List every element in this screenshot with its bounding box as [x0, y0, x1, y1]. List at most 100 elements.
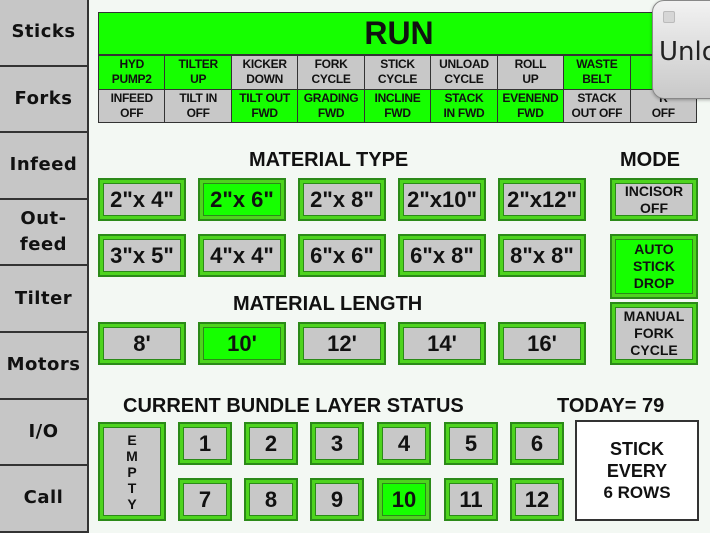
button-label: 4"x 4": [210, 242, 274, 268]
button-label: 4: [397, 430, 411, 456]
cell-line: CYCLE: [377, 72, 418, 87]
bundle-layer-button[interactable]: 12: [510, 478, 564, 521]
sidebar-item-label: Infeed: [10, 152, 78, 178]
material-type-button[interactable]: 4"x 4": [198, 234, 286, 277]
cell-line: UP: [522, 72, 539, 87]
io-status-cell: FORK CYCLE: [298, 56, 364, 89]
button-label: 12': [327, 330, 357, 356]
material-type-button[interactable]: 6"x 6": [298, 234, 386, 277]
bundle-layer-button[interactable]: 5: [444, 422, 498, 465]
button-label: 11: [459, 486, 483, 512]
material-type-button[interactable]: 3"x 5": [98, 234, 186, 277]
cell-line: TILT OUT: [239, 90, 290, 105]
mode-button[interactable]: AUTO STICK DROP: [610, 234, 698, 299]
button-label: 2"x12": [507, 186, 577, 212]
material-type-button[interactable]: 6"x 8": [398, 234, 486, 277]
cell-line: OFF: [651, 105, 675, 120]
material-type-button[interactable]: 2"x 8": [298, 178, 386, 221]
stick-line: 6 ROWS: [603, 482, 671, 502]
button-label: OFF: [640, 199, 668, 216]
material-length-button[interactable]: 14': [398, 322, 486, 365]
cell-line: ROLL: [514, 57, 547, 72]
io-status-cell: KICKER DOWN: [231, 56, 298, 89]
mode-button[interactable]: MANUAL FORK CYCLE: [610, 302, 698, 365]
material-type-button[interactable]: 2"x12": [498, 178, 586, 221]
cell-line: EVENEND: [502, 90, 559, 105]
bundle-layer-button[interactable]: 2: [244, 422, 298, 465]
button-label: T: [127, 479, 137, 496]
cell-line: WASTE: [576, 57, 618, 72]
io-status-cell: STICK CYCLE: [364, 56, 431, 89]
bundle-layer-button[interactable]: 1: [178, 422, 232, 465]
io-status-grid: HYD PUMP2 TILTER UP KICKER DOWN FORK CYCLE STICK…: [98, 55, 697, 123]
material-length-button[interactable]: 8': [98, 322, 186, 365]
label-line: Infeed: [9, 154, 78, 176]
cell-line: FWD: [251, 105, 278, 120]
sidebar-item-label: Motors: [7, 352, 81, 378]
cell-line: IN FWD: [443, 105, 485, 120]
bundle-layer-button[interactable]: 7: [178, 478, 232, 521]
io-status-cell: INFEED OFF: [99, 89, 165, 122]
io-status-cell: GRADING FWD: [298, 89, 364, 122]
unlock-label: Unlo: [659, 37, 710, 67]
bundle-layer-button[interactable]: 4: [377, 422, 431, 465]
sidebar-item-sticks[interactable]: Sticks: [0, 0, 87, 67]
cell-line: BELT: [582, 72, 612, 87]
material-type-button[interactable]: 2"x 4": [98, 178, 186, 221]
material-length-button[interactable]: 16': [498, 322, 586, 365]
button-label: AUTO: [634, 241, 674, 257]
button-label: 8': [133, 330, 151, 356]
bundle-layer-button[interactable]: 3: [310, 422, 364, 465]
button-label: MANUAL: [623, 308, 685, 324]
button-label: 2"x 4": [110, 186, 174, 212]
today-value: 79: [642, 395, 665, 417]
bundle-layer-button[interactable]: 9: [310, 478, 364, 521]
label-line: Call: [23, 487, 64, 509]
material-type-button[interactable]: 2"x 6": [198, 178, 286, 221]
cell-line: OUT OFF: [571, 105, 623, 120]
sidebar-item-call[interactable]: Call: [0, 466, 87, 533]
button-label: 2"x 6": [210, 186, 274, 212]
io-status-cell: INCLINE FWD: [364, 89, 431, 122]
bundle-layer-button[interactable]: 11: [444, 478, 498, 521]
cell-line: UP: [190, 72, 207, 87]
button-label: 2: [264, 430, 278, 456]
sidebar-item-motors[interactable]: Motors: [0, 333, 87, 400]
label-line: Sticks: [11, 21, 76, 43]
cell-line: INCLINE: [374, 90, 421, 105]
label-line: I/O: [28, 420, 59, 442]
today-count: TODAY= 79: [557, 395, 664, 418]
cell-line: TILT IN: [179, 90, 217, 105]
sidebar-item-io[interactable]: I/O: [0, 400, 87, 467]
button-label: 2"x 8": [310, 186, 374, 212]
stick-line: EVERY: [606, 460, 668, 481]
bundle-layer-button[interactable]: 8: [244, 478, 298, 521]
sidebar-item-infeed[interactable]: Infeed: [0, 133, 87, 200]
bundle-layer-button[interactable]: 10: [377, 478, 431, 521]
mode-heading: MODE: [620, 149, 680, 171]
button-label: E: [127, 431, 137, 448]
sidebar-item-forks[interactable]: Forks: [0, 67, 87, 134]
cell-line: FWD: [317, 105, 345, 120]
io-status-cell: WASTE BELT: [564, 56, 630, 89]
material-length-button[interactable]: 10': [198, 322, 286, 365]
stick-every-rows-button[interactable]: STICK EVERY 6 ROWS: [575, 420, 699, 521]
button-label: 2"x10": [407, 186, 477, 212]
sidebar-item-label: Sticks: [11, 19, 75, 45]
empty-bundle-button[interactable]: EMPTY: [98, 422, 166, 521]
mode-button[interactable]: INCISOR OFF: [610, 178, 698, 221]
sidebar-item-outfeed[interactable]: Out-feed: [0, 200, 87, 267]
unlock-popup-button[interactable]: Unlo: [652, 0, 710, 99]
button-label: 16': [527, 330, 557, 356]
button-label: 8"x 8": [510, 242, 574, 268]
label-line: Forks: [14, 87, 73, 109]
material-type-button[interactable]: 2"x10": [398, 178, 486, 221]
button-label: 8: [264, 486, 278, 512]
material-length-button[interactable]: 12': [298, 322, 386, 365]
material-type-button[interactable]: 8"x 8": [498, 234, 586, 277]
cell-line: HYD: [119, 57, 145, 72]
io-status-cell: HYD PUMP2: [99, 56, 165, 89]
sidebar-item-tilter[interactable]: Tilter: [0, 266, 87, 333]
bundle-layer-button[interactable]: 6: [510, 422, 564, 465]
io-status-cell: UNLOAD CYCLE: [431, 56, 497, 89]
